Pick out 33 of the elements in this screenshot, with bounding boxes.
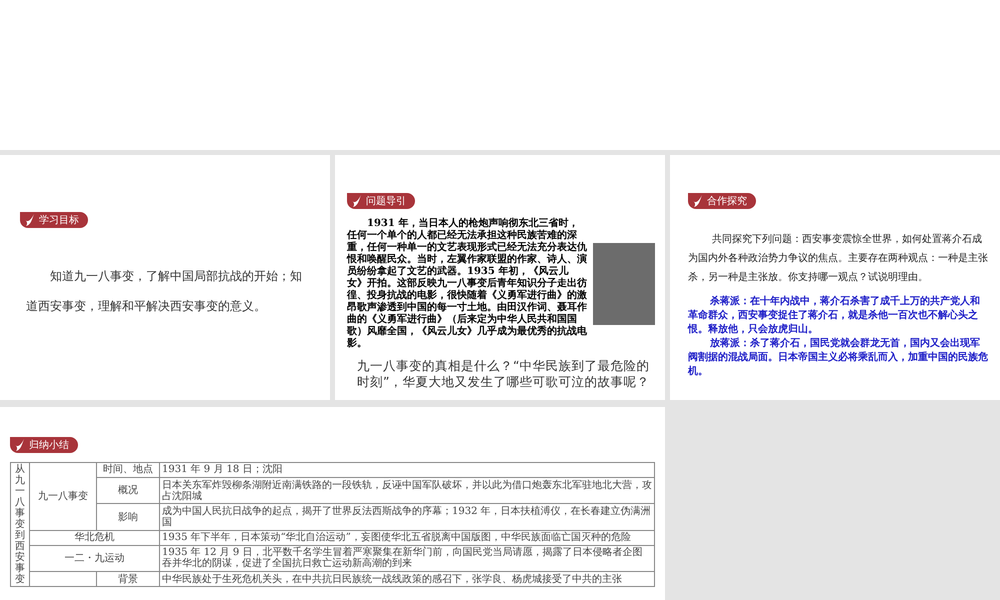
question-text: 九一八事变的真相是什么？“中华民族到了最危险的时刻”，华夏大地又发生了哪些可歌可泣的故事呢？ bbox=[357, 358, 650, 390]
table-cell: 时间、地点 bbox=[96, 462, 160, 478]
side-label: 从九一八事变到西安事变 bbox=[15, 464, 25, 585]
badge-label: 学习目标 bbox=[39, 214, 79, 227]
table-cell: 影响 bbox=[96, 504, 160, 530]
slide[interactable] bbox=[670, 155, 1000, 400]
table-cell: 1935 年下半年，日本策动“华北自治运动”，妄图使华北五省脱离中国版图，中华民族面临亡国灭种的危险 bbox=[160, 530, 654, 546]
viewpoint-text: 杀蒋派：在十年内战中，蒋介石杀害了成千上万的共产党人和革命群众，西安事变捉住了蒋介石，就是杀他一百次也不解心头之恨。释放他，只会放虎归山。 bbox=[688, 295, 981, 337]
table-cell: 背景 bbox=[96, 572, 160, 586]
objective-text: 知道九一八事变，了解中国局部抗战的开始；知道西安事变，理解和平解决西安事变的意义。 bbox=[26, 268, 303, 315]
badge-label: 问题导引 bbox=[366, 195, 406, 208]
swoosh-icon bbox=[351, 194, 363, 208]
table-cell: 概况 bbox=[96, 477, 160, 504]
table-cell bbox=[30, 572, 96, 586]
table-cell: 1931 年 9 月 18 日；沈阳 bbox=[160, 462, 654, 478]
swoosh-icon bbox=[14, 438, 26, 452]
passage-text: 1931 年，当日本人的枪炮声响彻东北三省时，任何一个单个的人都已经无法承担这种民族苦难的深重，任何一种单一的文艺表现形式已经无法充分表达仇恨和唤醒民众。当时，左翼作家联盟的作家、诗人、演员纷纷拿起了文艺的武器。1935 年初，《风云儿女》开拍。这部反映九一八事变后青年知识分子走出彷徨、投身抗战的电影，很快随着《义勇军进行曲》的激昂歌声渗透到中国的每一寸土地。由田汉作词、聂耳作曲的《义勇军进行曲》（后来定为中华人民共和国国歌）风靡全国，《风云儿女》几乎成为最优秀的抗战电影。 bbox=[347, 218, 587, 350]
viewpoint-text: 放蒋派：杀了蒋介石，国民党就会群龙无首，国内又会出现军阀割据的混战局面。日本帝国主义必将乘乱而入，加重中国的民族危机。 bbox=[688, 337, 988, 379]
table-cell: 日本关东军炸毁柳条湖附近南满铁路的一段铁轨，反诬中国军队破坏，并以此为借口炮轰东北军驻地北大营，攻占沈阳城 bbox=[160, 477, 654, 504]
badge-label: 归纳小结 bbox=[29, 438, 69, 452]
swoosh-icon bbox=[692, 194, 704, 208]
prompt-text: 共同探究下列问题：西安事变震惊全世界，如何处置蒋介石成为国内外各种政治势力争议的焦点。主要存在两种观点：一种是主张杀，另一种是主张放。你支持哪一观点？试说明理由。 bbox=[688, 232, 988, 285]
slide[interactable]: 学习目标 知道九一八事变，了解中国局部抗战的开始；知道西安事变，理解和平解决西安事变的意义。 bbox=[0, 155, 330, 400]
table-cell: 1935 年 12 月 9 日，北平数千名学生冒着严寒聚集在新华门前，向国民党当局请愿，揭露了日本侵略者企图吞并华北的阴谋，促进了全国抗日救亡运动新高潮的到来 bbox=[160, 545, 654, 572]
table-cell: 九一八事变 bbox=[30, 462, 96, 530]
badge-label: 合作探究 bbox=[707, 194, 747, 208]
table-cell: 华北危机 bbox=[30, 530, 160, 546]
swoosh-icon bbox=[24, 213, 36, 227]
table-cell: 一二・九运动 bbox=[30, 545, 160, 572]
slide[interactable] bbox=[335, 155, 665, 400]
slide[interactable] bbox=[0, 407, 665, 600]
table-cell: 成为中国人民抗日战争的起点，揭开了世界反法西斯战争的序幕；1932 年，日本扶植溥仪，在长春建立伪满洲国 bbox=[160, 504, 654, 530]
table-cell: 中华民族处于生死危机关头，在中共抗日民族统一战线政策的感召下，张学良、杨虎城接受了中共的主张 bbox=[160, 572, 654, 586]
